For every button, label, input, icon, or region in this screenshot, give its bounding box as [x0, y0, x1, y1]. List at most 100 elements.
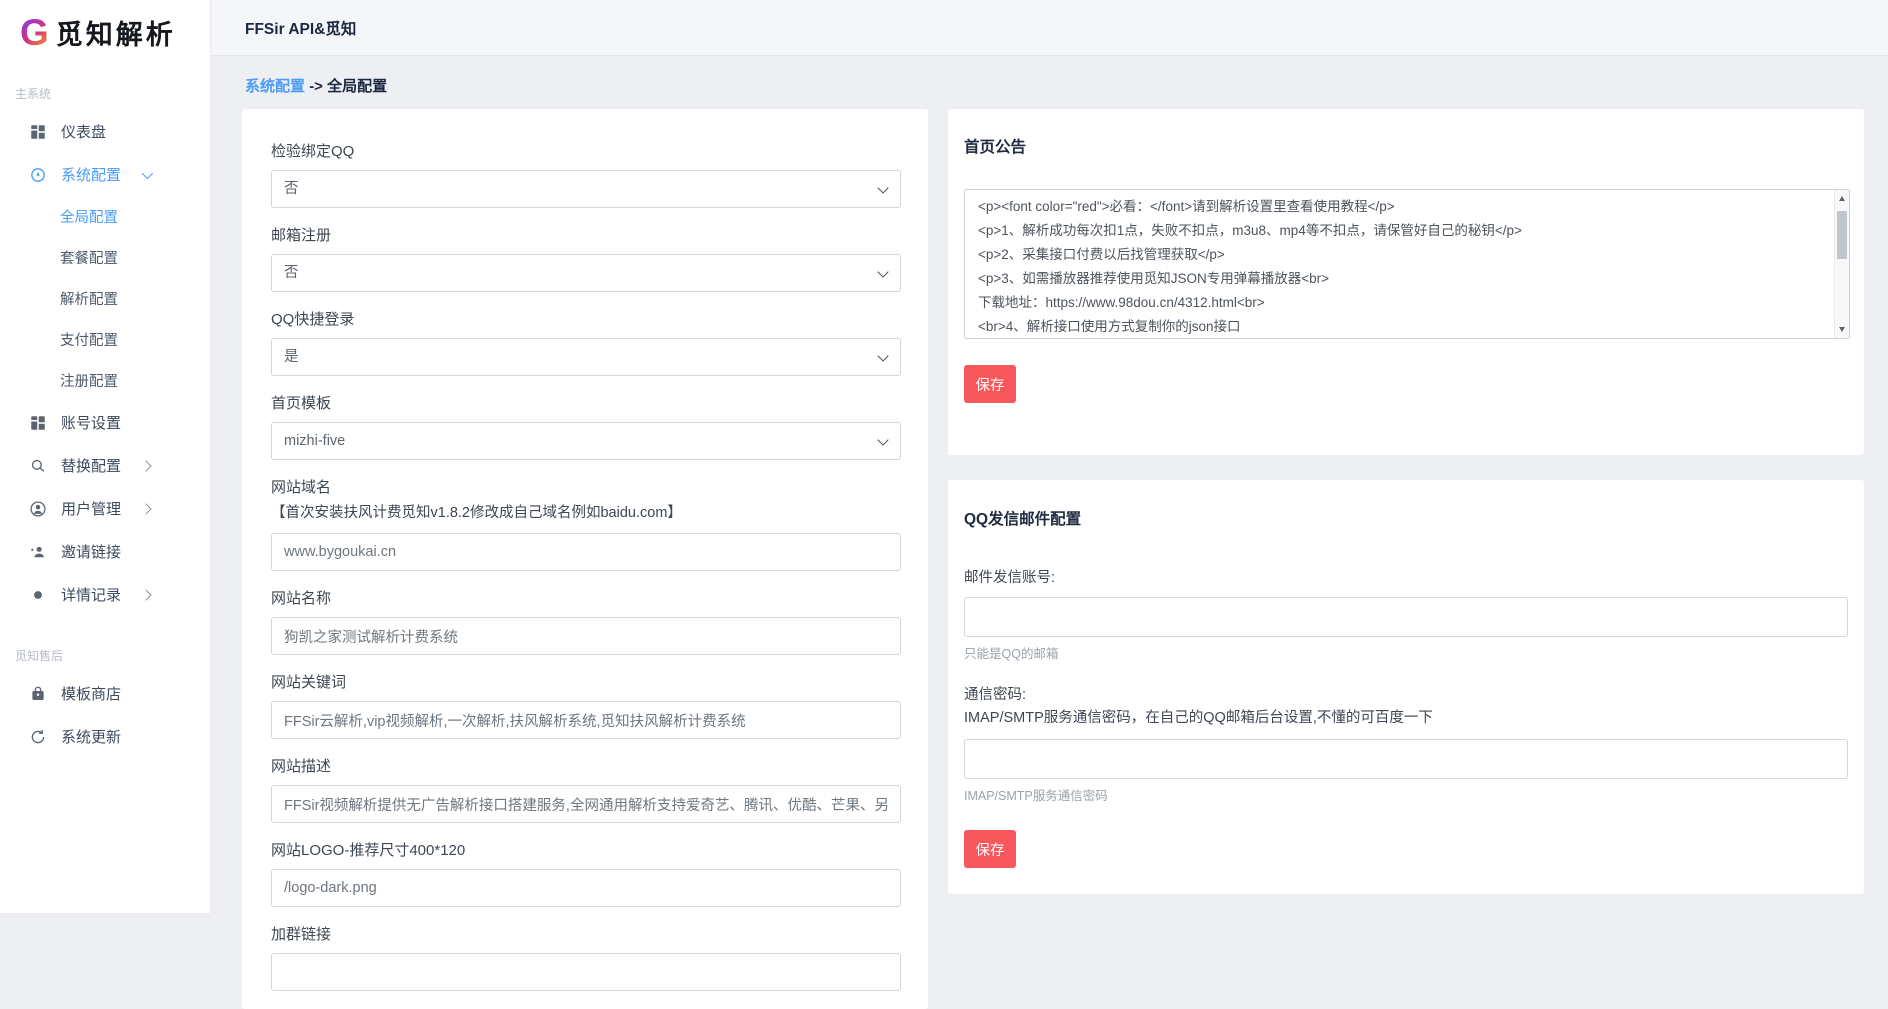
breadcrumb-current: 全局配置 [327, 78, 387, 95]
sidebar-subitem-parse-config[interactable]: 解析配置 [0, 278, 210, 319]
announcement-title: 首页公告 [964, 135, 1850, 157]
mail-config-save-button[interactable]: 保存 [964, 830, 1016, 868]
sidebar-item-label: 详情记录 [61, 584, 121, 605]
sidebar-subitem-payment-config[interactable]: 支付配置 [0, 319, 210, 360]
email-register-select[interactable]: 否 [271, 254, 901, 292]
app-title: FFSir API&觅知 [245, 17, 356, 39]
compass-icon [29, 166, 47, 184]
mail-password-input[interactable] [964, 739, 1848, 779]
mail-password-sublabel: IMAP/SMTP服务通信密码，在自己的QQ邮箱后台设置,不懂的可百度一下 [964, 708, 1848, 729]
home-template-select[interactable]: mizhi-five [271, 422, 901, 460]
sidebar-item-dashboard[interactable]: 仪表盘 [0, 110, 210, 153]
sidebar-subitem-register-config[interactable]: 注册配置 [0, 360, 210, 401]
field-label: 网站关键词 [271, 674, 901, 692]
sidebar-item-replace-config[interactable]: 替换配置 [0, 444, 210, 487]
sidebar-item-account-settings[interactable]: 账号设置 [0, 401, 210, 444]
field-qq-quick-login: QQ快捷登录 是 [271, 311, 901, 376]
mail-config-title: QQ发信邮件配置 [964, 507, 1848, 529]
announcement-textarea[interactable]: <p><font color="red">必看：</font>请到解析设置里查看… [964, 189, 1850, 339]
sidebar-item-label: 系统配置 [61, 164, 121, 185]
sidebar-subitem-package-config[interactable]: 套餐配置 [0, 237, 210, 278]
sidebar-item-label: 模板商店 [61, 683, 121, 704]
user-icon [29, 500, 47, 518]
select-wrap: 是 [271, 338, 901, 376]
grid-icon [29, 414, 47, 432]
scroll-down-arrow-icon[interactable] [1835, 322, 1849, 337]
site-name-input[interactable] [271, 617, 901, 655]
refresh-icon [29, 728, 47, 746]
logo-text: 觅知解析 [56, 13, 176, 52]
select-wrap: 否 [271, 254, 901, 292]
chevron-down-icon [142, 167, 153, 178]
scrollbar-thumb[interactable] [1837, 211, 1847, 259]
dot-circle-icon [29, 586, 47, 604]
top-header: FFSir API&觅知 [211, 0, 1888, 56]
textarea-scrollbar[interactable] [1834, 190, 1849, 338]
sidebar-item-label: 系统更新 [61, 726, 121, 747]
sidebar-item-label: 邀请链接 [61, 541, 121, 562]
search-icon [29, 457, 47, 475]
site-domain-input[interactable] [271, 533, 901, 571]
check-bind-qq-select[interactable]: 否 [271, 170, 901, 208]
user-plus-icon [29, 543, 47, 561]
field-group-link: 加群链接 [271, 926, 901, 991]
announcement-save-button[interactable]: 保存 [964, 365, 1016, 403]
announcement-editor: <p><font color="red">必看：</font>请到解析设置里查看… [964, 189, 1850, 339]
field-site-domain: 网站域名 【首次安装扶风计费觅知v1.8.2修改成自己域名例如baidu.com… [271, 479, 901, 571]
field-label: 加群链接 [271, 926, 901, 944]
field-site-keywords: 网站关键词 [271, 674, 901, 739]
field-label: 网站描述 [271, 758, 901, 776]
field-home-template: 首页模板 mizhi-five [271, 395, 901, 460]
sidebar-item-label: 替换配置 [61, 455, 121, 476]
grid-icon [29, 123, 47, 141]
g-gradient-logo-icon: G [20, 14, 49, 51]
breadcrumb: 系统配置 -> 全局配置 [211, 56, 1888, 109]
field-label: QQ快捷登录 [271, 311, 901, 329]
sidebar-item-detail-records[interactable]: 详情记录 [0, 573, 210, 616]
field-label: 检验绑定QQ [271, 143, 901, 161]
field-label: 首页模板 [271, 395, 901, 413]
select-wrap: mizhi-five [271, 422, 901, 460]
right-column: 首页公告 <p><font color="red">必看：</font>请到解析… [948, 109, 1864, 894]
field-label: 网站LOGO-推荐尺寸400*120 [271, 842, 901, 860]
sidebar: G 觅知解析 主系统 仪表盘 系统配置 全局配置 套餐配置 解析配置 支付配置 … [0, 0, 211, 913]
chevron-right-icon [140, 460, 151, 471]
sidebar-item-user-management[interactable]: 用户管理 [0, 487, 210, 530]
field-label: 邮箱注册 [271, 227, 901, 245]
field-site-description: 网站描述 [271, 758, 901, 823]
sidebar-section-main: 主系统 [0, 85, 210, 102]
sidebar-subitem-global-config[interactable]: 全局配置 [0, 196, 210, 237]
site-description-input[interactable] [271, 785, 901, 823]
announcement-card: 首页公告 <p><font color="red">必看：</font>请到解析… [948, 109, 1864, 455]
sidebar-item-system-update[interactable]: 系统更新 [0, 715, 210, 758]
group-link-input[interactable] [271, 953, 901, 991]
select-wrap: 否 [271, 170, 901, 208]
chevron-right-icon [140, 589, 151, 600]
mail-config-card: QQ发信邮件配置 邮件发信账号: 只能是QQ的邮箱 通信密码: IMAP/SMT… [948, 480, 1864, 894]
content: 检验绑定QQ 否 邮箱注册 否 QQ快捷登录 是 [211, 109, 1888, 1009]
site-logo-input[interactable] [271, 869, 901, 907]
sidebar-item-invite-link[interactable]: 邀请链接 [0, 530, 210, 573]
sidebar-item-label: 仪表盘 [61, 121, 106, 142]
mail-account-hint: 只能是QQ的邮箱 [964, 643, 1848, 662]
field-site-logo: 网站LOGO-推荐尺寸400*120 [271, 842, 901, 907]
site-keywords-input[interactable] [271, 701, 901, 739]
sidebar-section-after-sale: 觅知售后 [0, 647, 210, 664]
chevron-right-icon [140, 503, 151, 514]
sidebar-item-system-config[interactable]: 系统配置 [0, 153, 210, 196]
sidebar-item-template-shop[interactable]: 模板商店 [0, 672, 210, 715]
mail-account-input[interactable] [964, 597, 1848, 637]
field-email-register: 邮箱注册 否 [271, 227, 901, 292]
field-site-name: 网站名称 [271, 590, 901, 655]
sidebar-item-label: 用户管理 [61, 498, 121, 519]
logo[interactable]: G 觅知解析 [0, 0, 210, 54]
scroll-up-arrow-icon[interactable] [1835, 191, 1849, 206]
shop-bag-icon [29, 685, 47, 703]
qq-quick-login-select[interactable]: 是 [271, 338, 901, 376]
mail-password-label: 通信密码: [964, 686, 1848, 704]
mail-password-hint: IMAP/SMTP服务通信密码 [964, 785, 1848, 804]
global-config-card: 检验绑定QQ 否 邮箱注册 否 QQ快捷登录 是 [242, 109, 928, 1009]
breadcrumb-arrow: -> [309, 78, 323, 95]
breadcrumb-parent-link[interactable]: 系统配置 [245, 78, 305, 95]
sidebar-item-label: 账号设置 [61, 412, 121, 433]
